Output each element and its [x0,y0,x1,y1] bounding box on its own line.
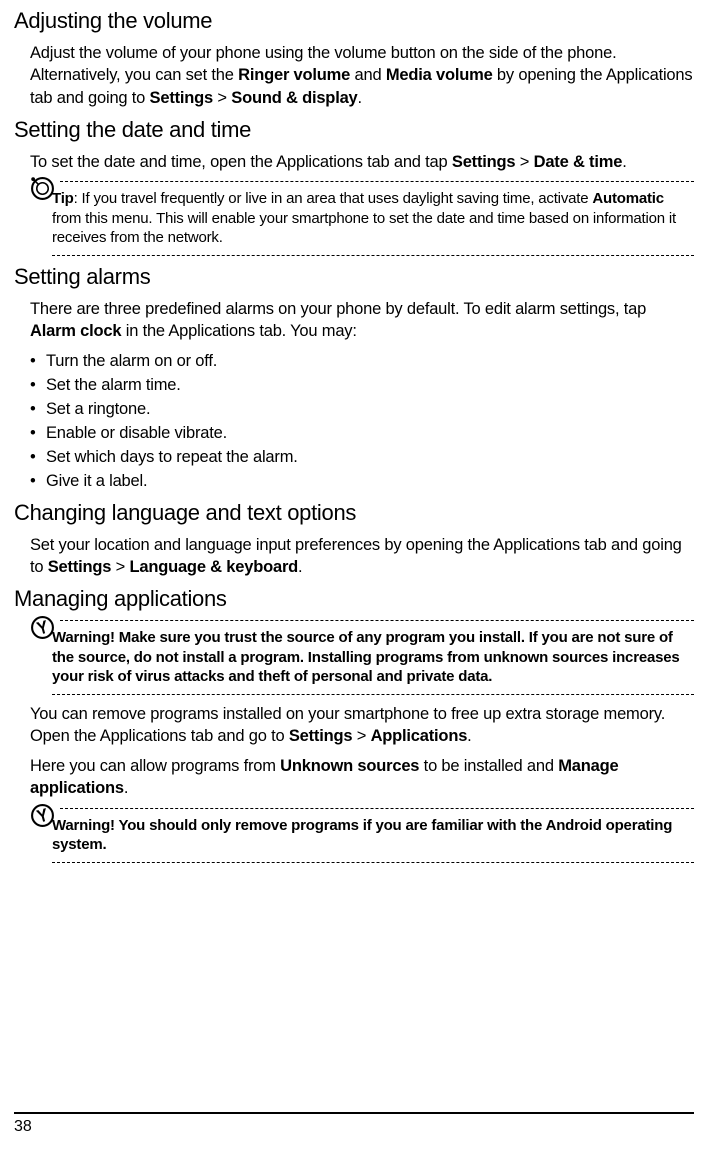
warning-text-2: Warning! You should only remove programs… [52,816,694,855]
page-footer: 38 [14,1112,694,1136]
text-unknown-sources: Here you can allow programs from Unknown… [30,755,694,800]
list-item: Enable or disable vibrate. [30,422,694,446]
warning-icon [30,615,55,645]
heading-adjusting-volume: Adjusting the volume [14,8,694,34]
warning-callout-1: Warning! Make sure you trust the source … [30,620,694,695]
warning-callout-2: Warning! You should only remove programs… [30,808,694,863]
heading-language: Changing language and text options [14,500,694,526]
list-item: Turn the alarm on or off. [30,350,694,374]
tip-text: Tip: If you travel frequently or live in… [52,189,694,248]
tip-icon [30,176,55,206]
warning-icon [30,803,55,833]
list-item: Set which days to repeat the alarm. [30,446,694,470]
text-adjusting-volume: Adjust the volume of your phone using th… [30,42,694,109]
text-alarms: There are three predefined alarms on you… [30,298,694,343]
page-number: 38 [14,1118,694,1136]
list-item: Give it a label. [30,470,694,494]
heading-alarms: Setting alarms [14,264,694,290]
alarm-options-list: Turn the alarm on or off. Set the alarm … [30,350,694,494]
tip-callout: Tip: If you travel frequently or live in… [30,181,694,256]
heading-managing-apps: Managing applications [14,586,694,612]
list-item: Set a ringtone. [30,398,694,422]
heading-date-time: Setting the date and time [14,117,694,143]
text-date-time: To set the date and time, open the Appli… [30,151,694,173]
text-language: Set your location and language input pre… [30,534,694,579]
list-item: Set the alarm time. [30,374,694,398]
warning-text-1: Warning! Make sure you trust the source … [52,628,694,687]
text-remove-programs: You can remove programs installed on you… [30,703,694,748]
